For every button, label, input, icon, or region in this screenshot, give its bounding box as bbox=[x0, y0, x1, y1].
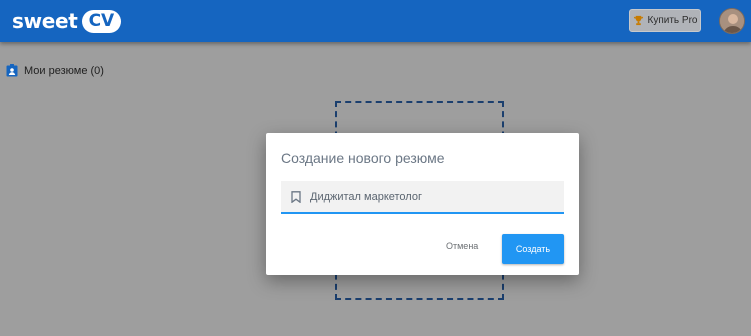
resume-name-field[interactable] bbox=[281, 181, 564, 214]
create-resume-dialog: Создание нового резюме Отмена Создать bbox=[266, 133, 579, 275]
create-button[interactable]: Создать bbox=[502, 234, 564, 264]
bookmark-icon bbox=[291, 190, 301, 203]
logo-text: sweet bbox=[12, 9, 78, 33]
badge-icon bbox=[6, 64, 18, 77]
resume-name-input[interactable] bbox=[310, 186, 550, 207]
my-resumes-heading: Мои резюме (0) bbox=[6, 64, 104, 77]
my-resumes-label: Мои резюме (0) bbox=[24, 64, 104, 77]
top-app-bar: sweet CV Купить Pro bbox=[0, 0, 751, 42]
sweetcv-logo[interactable]: sweet CV bbox=[12, 9, 122, 33]
avatar-image bbox=[720, 9, 744, 33]
cancel-button[interactable]: Отмена bbox=[446, 241, 478, 251]
logo-badge: CV bbox=[81, 9, 122, 33]
user-avatar[interactable] bbox=[719, 8, 745, 34]
dialog-title: Создание нового резюме bbox=[281, 150, 445, 166]
buy-pro-label: Купить Pro bbox=[647, 15, 698, 26]
buy-pro-button[interactable]: Купить Pro bbox=[629, 9, 701, 32]
trophy-icon bbox=[633, 15, 643, 26]
